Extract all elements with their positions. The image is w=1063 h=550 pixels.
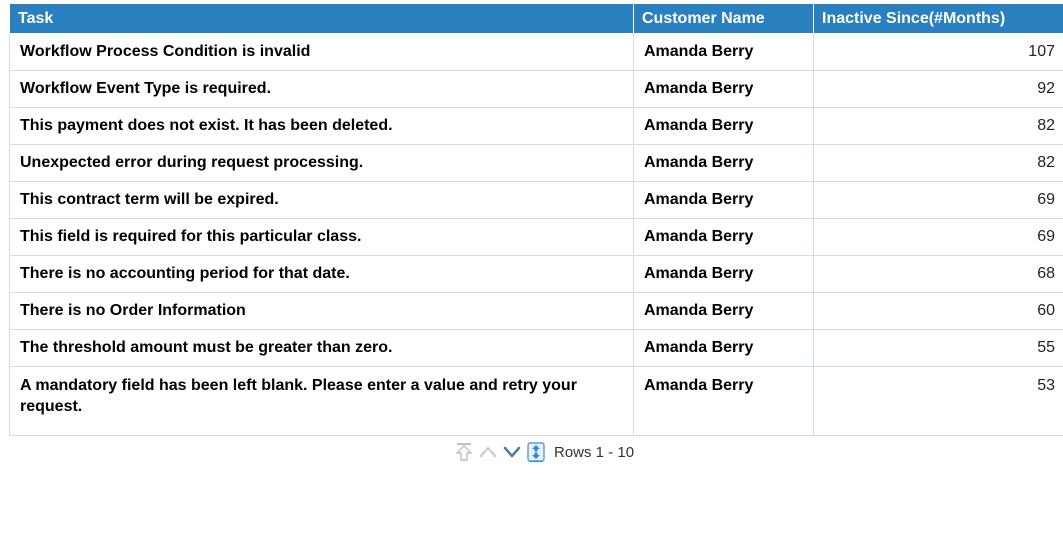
table-pagination: Rows 1 - 10 <box>454 441 634 463</box>
inactive-months-cell: 68 <box>813 255 1063 293</box>
inactive-months-cell: 107 <box>813 33 1063 71</box>
task-cell: A mandatory field has been left blank. P… <box>9 366 634 436</box>
column-header-customer-name[interactable]: Customer Name <box>633 4 814 34</box>
task-table: Task Customer Name Inactive Since(#Month… <box>9 4 1063 436</box>
table-row[interactable]: There is no Order Information Amanda Ber… <box>9 292 1063 330</box>
first-page-icon <box>454 442 474 462</box>
data-table-container: Task Customer Name Inactive Since(#Month… <box>9 4 1063 436</box>
next-page-icon[interactable] <box>502 442 522 462</box>
table-header-row: Task Customer Name Inactive Since(#Month… <box>9 4 1063 34</box>
inactive-months-cell: 82 <box>813 144 1063 182</box>
table-row[interactable]: A mandatory field has been left blank. P… <box>9 366 1063 436</box>
customer-cell: Amanda Berry <box>633 33 814 71</box>
task-cell: The threshold amount must be greater tha… <box>9 329 634 367</box>
task-cell: This contract term will be expired. <box>9 181 634 219</box>
column-header-inactive-since[interactable]: Inactive Since(#Months) <box>813 4 1063 34</box>
task-cell: There is no Order Information <box>9 292 634 330</box>
table-row[interactable]: The threshold amount must be greater tha… <box>9 329 1063 367</box>
table-row[interactable]: Unexpected error during request processi… <box>9 144 1063 182</box>
customer-cell: Amanda Berry <box>633 255 814 293</box>
customer-cell: Amanda Berry <box>633 70 814 108</box>
customer-cell: Amanda Berry <box>633 292 814 330</box>
table-row[interactable]: This contract term will be expired. Aman… <box>9 181 1063 219</box>
table-row[interactable]: Workflow Process Condition is invalid Am… <box>9 33 1063 71</box>
inactive-months-cell: 60 <box>813 292 1063 330</box>
task-cell: Workflow Event Type is required. <box>9 70 634 108</box>
inactive-months-cell: 92 <box>813 70 1063 108</box>
task-cell: There is no accounting period for that d… <box>9 255 634 293</box>
inactive-months-cell: 82 <box>813 107 1063 145</box>
customer-cell: Amanda Berry <box>633 144 814 182</box>
task-cell: Workflow Process Condition is invalid <box>9 33 634 71</box>
table-row[interactable]: There is no accounting period for that d… <box>9 255 1063 293</box>
all-rows-icon[interactable] <box>526 442 546 462</box>
customer-cell: Amanda Berry <box>633 107 814 145</box>
inactive-months-cell: 69 <box>813 181 1063 219</box>
inactive-months-cell: 69 <box>813 218 1063 256</box>
task-cell: Unexpected error during request processi… <box>9 144 634 182</box>
rows-range-label: Rows 1 - 10 <box>554 443 635 461</box>
customer-cell: Amanda Berry <box>633 181 814 219</box>
customer-cell: Amanda Berry <box>633 329 814 367</box>
table-row[interactable]: This field is required for this particul… <box>9 218 1063 256</box>
previous-page-icon <box>478 442 498 462</box>
inactive-months-cell: 55 <box>813 329 1063 367</box>
customer-cell: Amanda Berry <box>633 218 814 256</box>
task-cell: This payment does not exist. It has been… <box>9 107 634 145</box>
customer-cell: Amanda Berry <box>633 366 814 436</box>
table-row[interactable]: Workflow Event Type is required. Amanda … <box>9 70 1063 108</box>
task-cell: This field is required for this particul… <box>9 218 634 256</box>
inactive-months-cell: 53 <box>813 366 1063 436</box>
column-header-task[interactable]: Task <box>9 4 634 34</box>
table-row[interactable]: This payment does not exist. It has been… <box>9 107 1063 145</box>
